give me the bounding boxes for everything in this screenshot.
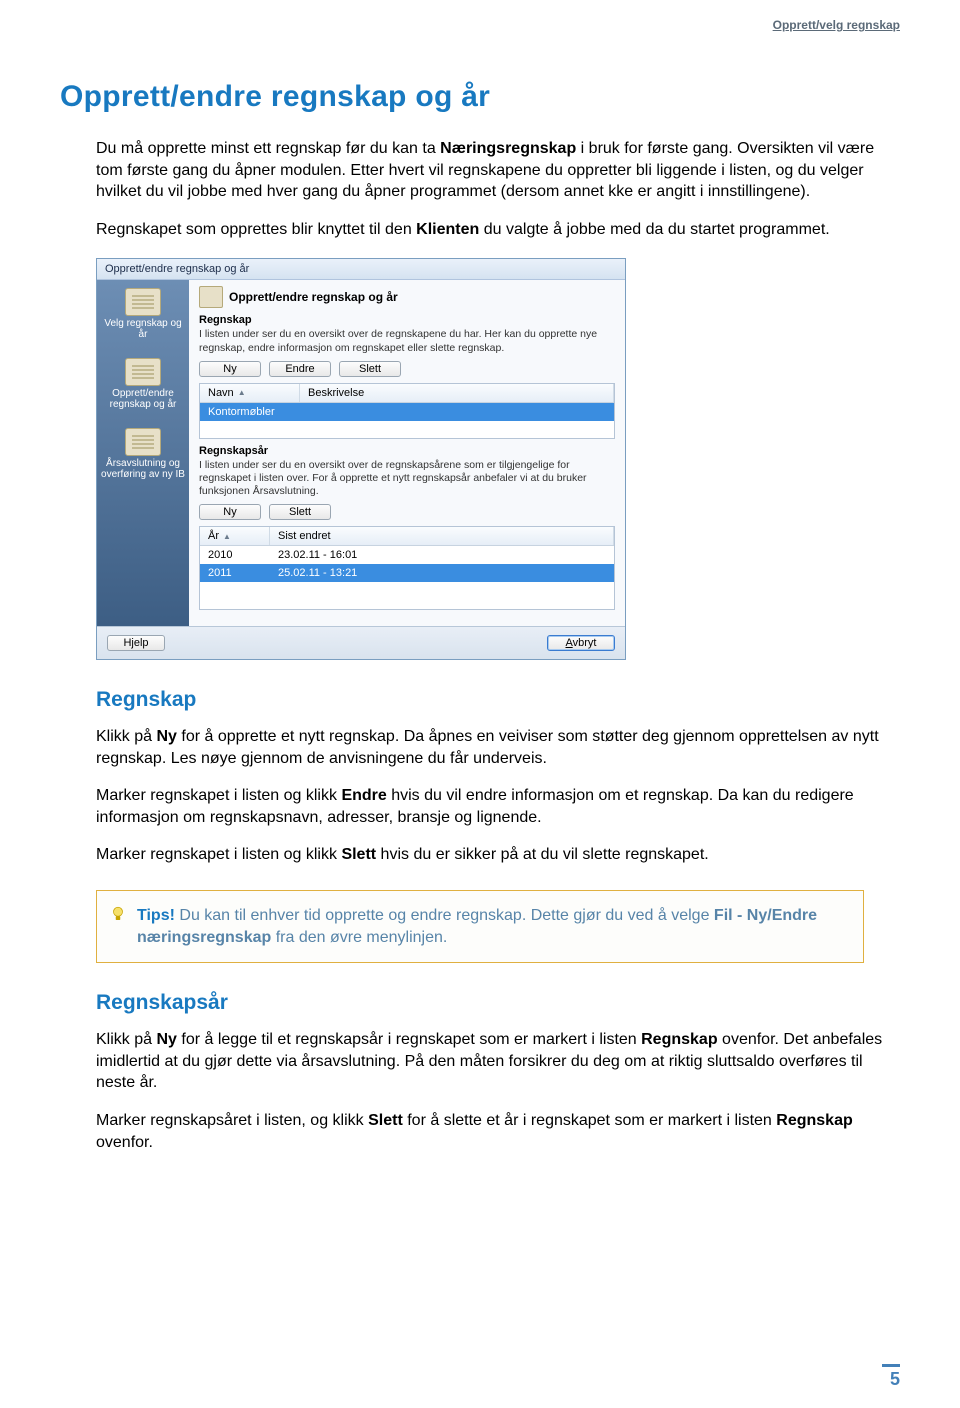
page-title: Opprett/endre regnskap og år xyxy=(60,80,900,114)
t: hvis du er sikker på at du vil slette re… xyxy=(376,846,709,863)
sort-asc-icon: ▲ xyxy=(223,532,231,541)
sort-asc-icon: ▲ xyxy=(238,388,246,397)
t: ovenfor. xyxy=(96,1134,153,1151)
avbryt-button[interactable]: AAvbrytvbryt xyxy=(547,635,615,651)
dialog-subtitle-text: Opprett/endre regnskap og år xyxy=(229,290,398,304)
aar-p2: Marker regnskapsåret i listen, og klikk … xyxy=(96,1110,900,1153)
th-sist-endret[interactable]: Sist endret xyxy=(270,527,614,545)
endre-button[interactable]: Endre xyxy=(269,361,331,377)
ny-button[interactable]: Ny xyxy=(199,504,261,520)
regnskapsar-label: Regnskapsår xyxy=(199,445,615,457)
cell-ar: 2011 xyxy=(200,564,270,582)
th-navn-text: Navn xyxy=(208,387,234,399)
intro-p1: Du må opprette minst ett regnskap før du… xyxy=(96,138,900,203)
aar-p1: Klikk på Ny for å legge til et regnskaps… xyxy=(96,1029,900,1094)
table-row[interactable]: Kontormøbler xyxy=(200,403,614,421)
regnskap-p2: Marker regnskapet i listen og klikk Endr… xyxy=(96,785,900,828)
table-row[interactable]: 2011 25.02.11 - 13:21 xyxy=(200,564,614,582)
cell-sist-endret: 23.02.11 - 16:01 xyxy=(270,546,614,564)
list-icon xyxy=(125,288,161,316)
t: Regnskap xyxy=(641,1031,717,1048)
regnskap-p1: Klikk på Ny for å opprette et nytt regns… xyxy=(96,726,900,769)
regnskapsar-table: År ▲ Sist endret 2010 23.02.11 - 16:01 20… xyxy=(199,526,615,610)
intro-p2a: Regnskapet som opprettes blir knyttet ti… xyxy=(96,221,416,238)
sidebar-label: Velg regnskap og år xyxy=(101,318,185,340)
t: Marker regnskapet i listen og klikk xyxy=(96,787,341,804)
document-icon xyxy=(199,286,223,308)
t: Slett xyxy=(341,846,376,863)
sidebar-label: Opprett/endre regnskap og år xyxy=(101,388,185,410)
th-ar-text: År xyxy=(208,530,219,542)
regnskap-p3: Marker regnskapet i listen og klikk Slet… xyxy=(96,844,900,866)
tips-t1: Du kan til enhver tid opprette og endre … xyxy=(175,907,714,924)
th-ar[interactable]: År ▲ xyxy=(200,527,270,545)
t: Klikk på xyxy=(96,1031,156,1048)
dialog-opprett-endre: Opprett/endre regnskap og år Velg regnsk… xyxy=(96,258,626,660)
slett-button[interactable]: Slett xyxy=(269,504,331,520)
dialog-subtitle: Opprett/endre regnskap og år xyxy=(199,286,615,308)
sidebar-item-velg-regnskap[interactable]: Velg regnskap og år xyxy=(101,288,185,340)
cell-ar: 2010 xyxy=(200,546,270,564)
t: Marker regnskapsåret i listen, og klikk xyxy=(96,1112,368,1129)
regnskap-table: Navn ▲ Beskrivelse Kontormøbler xyxy=(199,383,615,439)
intro-p1a: Du må opprette minst ett regnskap før du… xyxy=(96,140,440,157)
slett-button[interactable]: Slett xyxy=(339,361,401,377)
sidebar-item-arsavslutning[interactable]: Årsavslutning og overføring av ny IB xyxy=(101,428,185,480)
th-beskrivelse[interactable]: Beskrivelse xyxy=(300,384,614,402)
sidebar-item-opprett-endre[interactable]: Opprett/endre regnskap og år xyxy=(101,358,185,410)
intro-p2c: du valgte å jobbe med da du startet prog… xyxy=(479,221,829,238)
t: Endre xyxy=(341,787,386,804)
regnskap-desc: I listen under ser du en oversikt over d… xyxy=(199,328,615,354)
cell-beskrivelse xyxy=(300,403,614,421)
t: Ny xyxy=(156,1031,176,1048)
regnskap-heading: Regnskap xyxy=(96,688,900,712)
dialog-main: Opprett/endre regnskap og år Regnskap I … xyxy=(189,280,625,626)
dialog-titlebar: Opprett/endre regnskap og år xyxy=(97,259,625,280)
t: for å legge til et regnskapsår i regnska… xyxy=(177,1031,641,1048)
t: Ny xyxy=(156,728,176,745)
sidebar-label: Årsavslutning og overføring av ny IB xyxy=(101,458,185,480)
intro-p2b: Klienten xyxy=(416,221,479,238)
regnskapsar-desc: I listen under ser du en oversikt over d… xyxy=(199,459,615,498)
t: Regnskap xyxy=(776,1112,852,1129)
tips-box: Tips! Du kan til enhver tid opprette og … xyxy=(96,890,864,963)
t: Slett xyxy=(368,1112,403,1129)
t: for å slette et år i regnskapet som er m… xyxy=(403,1112,776,1129)
ny-button[interactable]: Ny xyxy=(199,361,261,377)
t: Klikk på xyxy=(96,728,156,745)
list-icon xyxy=(125,358,161,386)
breadcrumb[interactable]: Opprett/velg regnskap xyxy=(773,18,900,32)
regnskapsar-heading: Regnskapsår xyxy=(96,991,900,1015)
tips-lead: Tips! xyxy=(137,907,175,924)
intro-p2: Regnskapet som opprettes blir knyttet ti… xyxy=(96,219,900,241)
hjelp-button[interactable]: Hjelp xyxy=(107,635,165,651)
dialog-sidebar: Velg regnskap og år Opprett/endre regnsk… xyxy=(97,280,189,626)
page-number: 5 xyxy=(882,1364,900,1390)
cell-navn: Kontormøbler xyxy=(200,403,300,421)
table-row[interactable]: 2010 23.02.11 - 16:01 xyxy=(200,546,614,564)
list-icon xyxy=(125,428,161,456)
intro-p1b: Næringsregnskap xyxy=(440,140,576,157)
lightbulb-icon xyxy=(109,905,127,923)
regnskap-label: Regnskap xyxy=(199,314,615,326)
t: Marker regnskapet i listen og klikk xyxy=(96,846,341,863)
cell-sist-endret: 25.02.11 - 13:21 xyxy=(270,564,614,582)
th-navn[interactable]: Navn ▲ xyxy=(200,384,300,402)
t: for å opprette et nytt regnskap. Da åpne… xyxy=(96,728,879,767)
tips-t3: fra den øvre menylinjen. xyxy=(271,929,447,946)
